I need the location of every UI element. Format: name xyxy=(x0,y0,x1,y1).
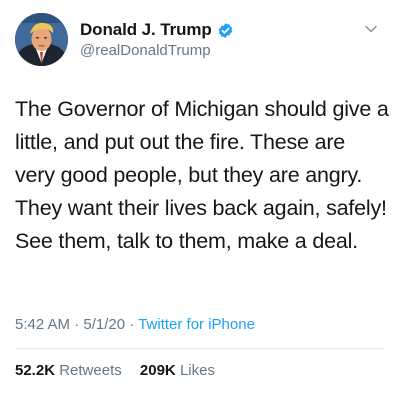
likes-label: Likes xyxy=(179,362,215,379)
divider xyxy=(15,348,385,349)
chevron-down-icon[interactable] xyxy=(364,22,378,36)
retweets-count: 52.2K xyxy=(15,362,56,379)
likes-count: 209K xyxy=(139,362,176,379)
retweets-label: Retweets xyxy=(59,362,122,379)
author-name-row[interactable]: Donald J. Trump xyxy=(80,20,234,40)
verified-badge-icon xyxy=(218,22,232,38)
meta-separator: · xyxy=(74,316,80,333)
tweet-card: Donald J. Trump @realDonaldTrump The Gov… xyxy=(0,0,400,400)
retweets-stat[interactable]: 52.2K Retweets xyxy=(15,362,126,379)
likes-stat[interactable]: 209K Likes xyxy=(140,362,215,379)
tweet-text: The Governor of Michigan should give a l… xyxy=(15,97,389,253)
avatar[interactable] xyxy=(15,13,68,66)
tweet-date[interactable]: 5/1/20 xyxy=(83,316,125,333)
tweet-stats: 52.2K Retweets 209K Likes xyxy=(15,362,229,379)
tweet-time[interactable]: 5:42 AM xyxy=(15,316,70,333)
meta-separator: · xyxy=(129,316,135,333)
author-handle[interactable]: @realDonaldTrump xyxy=(80,42,211,59)
author-display-name[interactable]: Donald J. Trump xyxy=(80,20,212,40)
tweet-source-link[interactable]: Twitter for iPhone xyxy=(138,316,255,333)
tweet-meta: 5:42 AM · 5/1/20 · Twitter for iPhone xyxy=(15,316,255,333)
profile-photo-icon xyxy=(15,13,68,66)
